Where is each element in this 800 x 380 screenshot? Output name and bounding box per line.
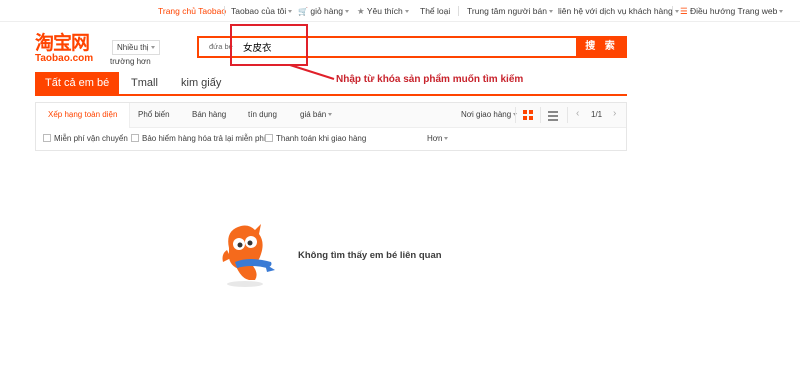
location-select-label: Nơi giao hàng	[461, 110, 512, 119]
sort-price-label: giá bán	[300, 110, 327, 119]
tab-paper-money[interactable]: kim giấy	[181, 72, 221, 94]
tab-tmall[interactable]: Tmall	[131, 72, 158, 94]
location-select[interactable]: Nơi giao hàng	[461, 103, 518, 127]
taobao-mascot-icon	[222, 224, 275, 287]
sort-sales[interactable]: Bán hàng	[192, 103, 226, 127]
checkbox-icon	[131, 134, 139, 142]
empty-state-message: Không tìm thấy em bé liên quan	[298, 250, 442, 261]
chevron-down-icon	[444, 137, 449, 141]
chevron-left-icon[interactable]: ‹	[576, 108, 579, 119]
return-insurance-checkbox[interactable]: Bảo hiểm hàng hóa trả lại miễn phí	[131, 134, 266, 143]
grid-view-icon[interactable]	[523, 110, 533, 120]
return-insurance-label: Bảo hiểm hàng hóa trả lại miễn phí	[142, 134, 267, 143]
sort-popularity[interactable]: Phổ biến	[138, 103, 170, 127]
sort-comprehensive[interactable]: Xếp hạng toàn diện	[36, 103, 131, 128]
divider	[567, 107, 568, 123]
page-indicator: 1/1	[591, 110, 603, 119]
free-shipping-label: Miễn phí vận chuyển	[54, 134, 128, 143]
tab-all-items[interactable]: Tất cả em bé	[35, 72, 120, 94]
checkbox-icon	[265, 134, 273, 142]
result-tabs: Tất cả em bé Tmall kim giấy	[35, 72, 627, 96]
free-shipping-checkbox[interactable]: Miễn phí vận chuyển	[43, 134, 128, 143]
divider	[515, 107, 516, 123]
filter-panel: Xếp hạng toàn diện Phổ biến Bán hàng tín…	[35, 102, 627, 151]
list-view-icon[interactable]	[548, 111, 558, 121]
sort-credit[interactable]: tín dụng	[248, 103, 277, 127]
chevron-right-icon[interactable]: ›	[613, 108, 616, 119]
cod-label: Thanh toán khi giao hàng	[276, 134, 367, 143]
filter-checkbox-row: Miễn phí vận chuyển Bảo hiểm hàng hóa tr…	[36, 128, 626, 151]
checkbox-icon	[43, 134, 51, 142]
sort-price[interactable]: giá bán	[300, 103, 333, 127]
annotation-arrow-line	[289, 64, 335, 80]
chevron-down-icon	[328, 113, 333, 117]
more-filters-button[interactable]: Hơn	[427, 134, 449, 143]
divider	[540, 107, 541, 123]
more-filters-label: Hơn	[427, 134, 443, 143]
cod-checkbox[interactable]: Thanh toán khi giao hàng	[265, 134, 366, 143]
sort-row: Xếp hạng toàn diện Phổ biến Bán hàng tín…	[36, 103, 626, 128]
